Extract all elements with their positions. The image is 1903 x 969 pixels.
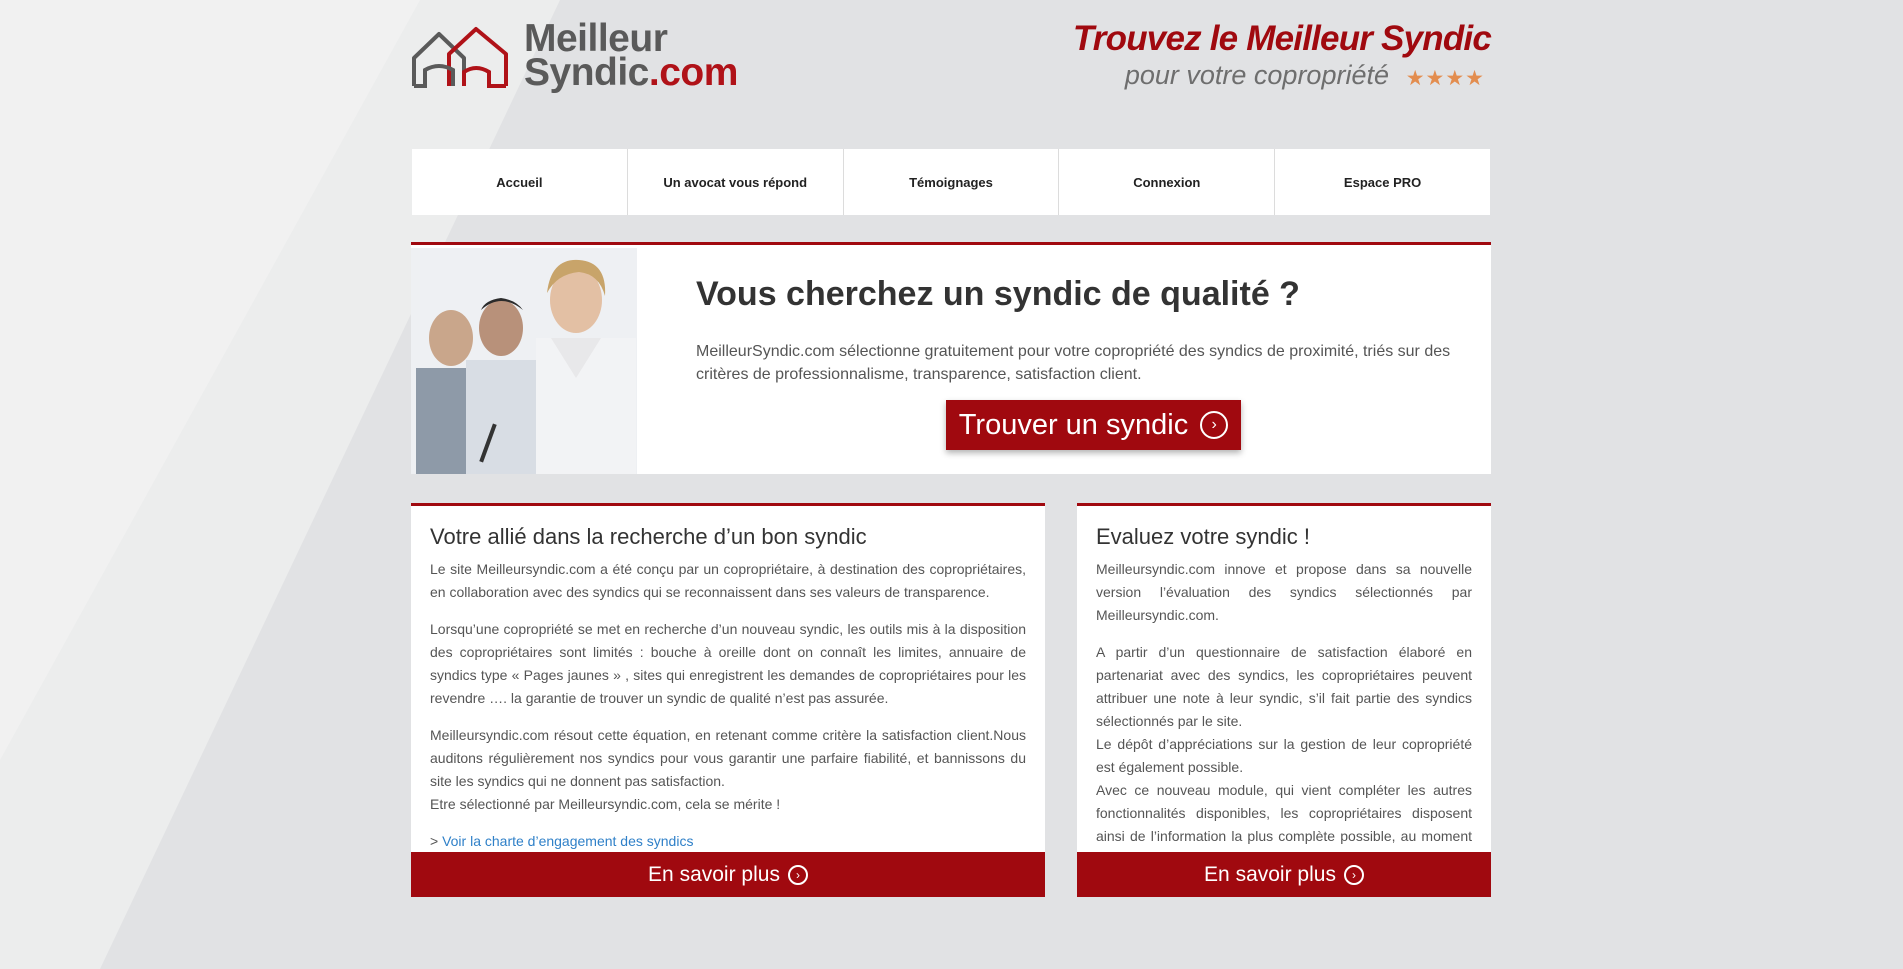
site-logo[interactable]: Meilleur Syndic.com: [411, 19, 751, 92]
evaluate-card-paragraph-2: A partir d’un questionnaire de satisfact…: [1096, 644, 1472, 729]
find-syndic-button[interactable]: Trouver un syndic ›: [946, 400, 1241, 450]
chevron-right-circle-icon: ›: [1200, 411, 1229, 439]
hero-title: Vous cherchez un syndic de qualité ?: [696, 275, 1300, 313]
evaluate-card-title: Evaluez votre syndic !: [1096, 524, 1310, 549]
page-container: Meilleur Syndic.com Trouvez le Meilleur …: [411, 0, 1492, 969]
ally-card-paragraph-1: Le site Meilleursyndic.com a été conçu p…: [430, 561, 1026, 600]
find-syndic-button-label: Trouver un syndic: [958, 408, 1189, 441]
logo-syndic: Syndic: [524, 51, 649, 94]
ally-learn-more-label: En savoir plus: [648, 862, 780, 886]
main-navigation: Accueil Un avocat vous répond Témoignage…: [412, 149, 1490, 215]
link-prefix: >: [430, 833, 439, 849]
chevron-right-circle-icon: ›: [787, 864, 808, 885]
evaluate-card-paragraph-3: Le dépôt d’appréciations sur la gestion …: [1096, 736, 1472, 775]
people-illustration: [411, 248, 637, 474]
logo-dotcom: .com: [648, 51, 739, 94]
nav-item-connexion[interactable]: Connexion: [1059, 149, 1276, 215]
nav-item-avocat[interactable]: Un avocat vous répond: [628, 149, 844, 215]
ally-card-paragraph-2: Lorsqu’une copropriété se met en recherc…: [430, 621, 1026, 706]
ally-card: Votre allié dans la recherche d’un bon s…: [411, 503, 1045, 897]
header-tagline: Trouvez le Meilleur Syndic pour votre co…: [1071, 18, 1492, 90]
nav-item-accueil[interactable]: Accueil: [412, 149, 628, 215]
rating-stars-icon: ★★★★: [1405, 67, 1485, 90]
ally-card-title: Votre allié dans la recherche d’un bon s…: [430, 524, 867, 549]
charter-link-row: > Voir la charte d’engagement des syndic…: [430, 830, 1026, 853]
ally-learn-more-button[interactable]: En savoir plus ›: [411, 852, 1045, 897]
nav-item-espace-pro[interactable]: Espace PRO: [1275, 149, 1490, 215]
business-people-photo: [411, 248, 637, 474]
chevron-right-circle-icon: ›: [1343, 864, 1364, 885]
tagline-title: Trouvez le Meilleur Syndic: [1072, 19, 1492, 58]
evaluate-card-paragraph-1: Meilleursyndic.com innove et propose dan…: [1096, 561, 1472, 623]
evaluate-card: Evaluez votre syndic ! Meilleursyndic.co…: [1077, 503, 1491, 897]
hero-description: MeilleurSyndic.com sélectionne gratuitem…: [696, 343, 1451, 383]
charter-link[interactable]: Voir la charte d’engagement des syndics: [442, 833, 693, 849]
house-logo-icon: [412, 27, 508, 88]
logo-line-2: Syndic.com: [524, 53, 738, 92]
nav-item-temoignages[interactable]: Témoignages: [844, 149, 1060, 215]
hero-banner: Vous cherchez un syndic de qualité ? Mei…: [411, 242, 1491, 474]
evaluate-learn-more-button[interactable]: En savoir plus ›: [1077, 852, 1491, 897]
ally-card-paragraph-4: Etre sélectionné par Meilleursyndic.com,…: [430, 796, 781, 812]
evaluate-learn-more-label: En savoir plus: [1204, 862, 1336, 886]
logo-wordmark: Meilleur Syndic.com: [524, 19, 738, 92]
ally-card-paragraph-3: Meilleursyndic.com résout cette équation…: [430, 727, 1026, 789]
